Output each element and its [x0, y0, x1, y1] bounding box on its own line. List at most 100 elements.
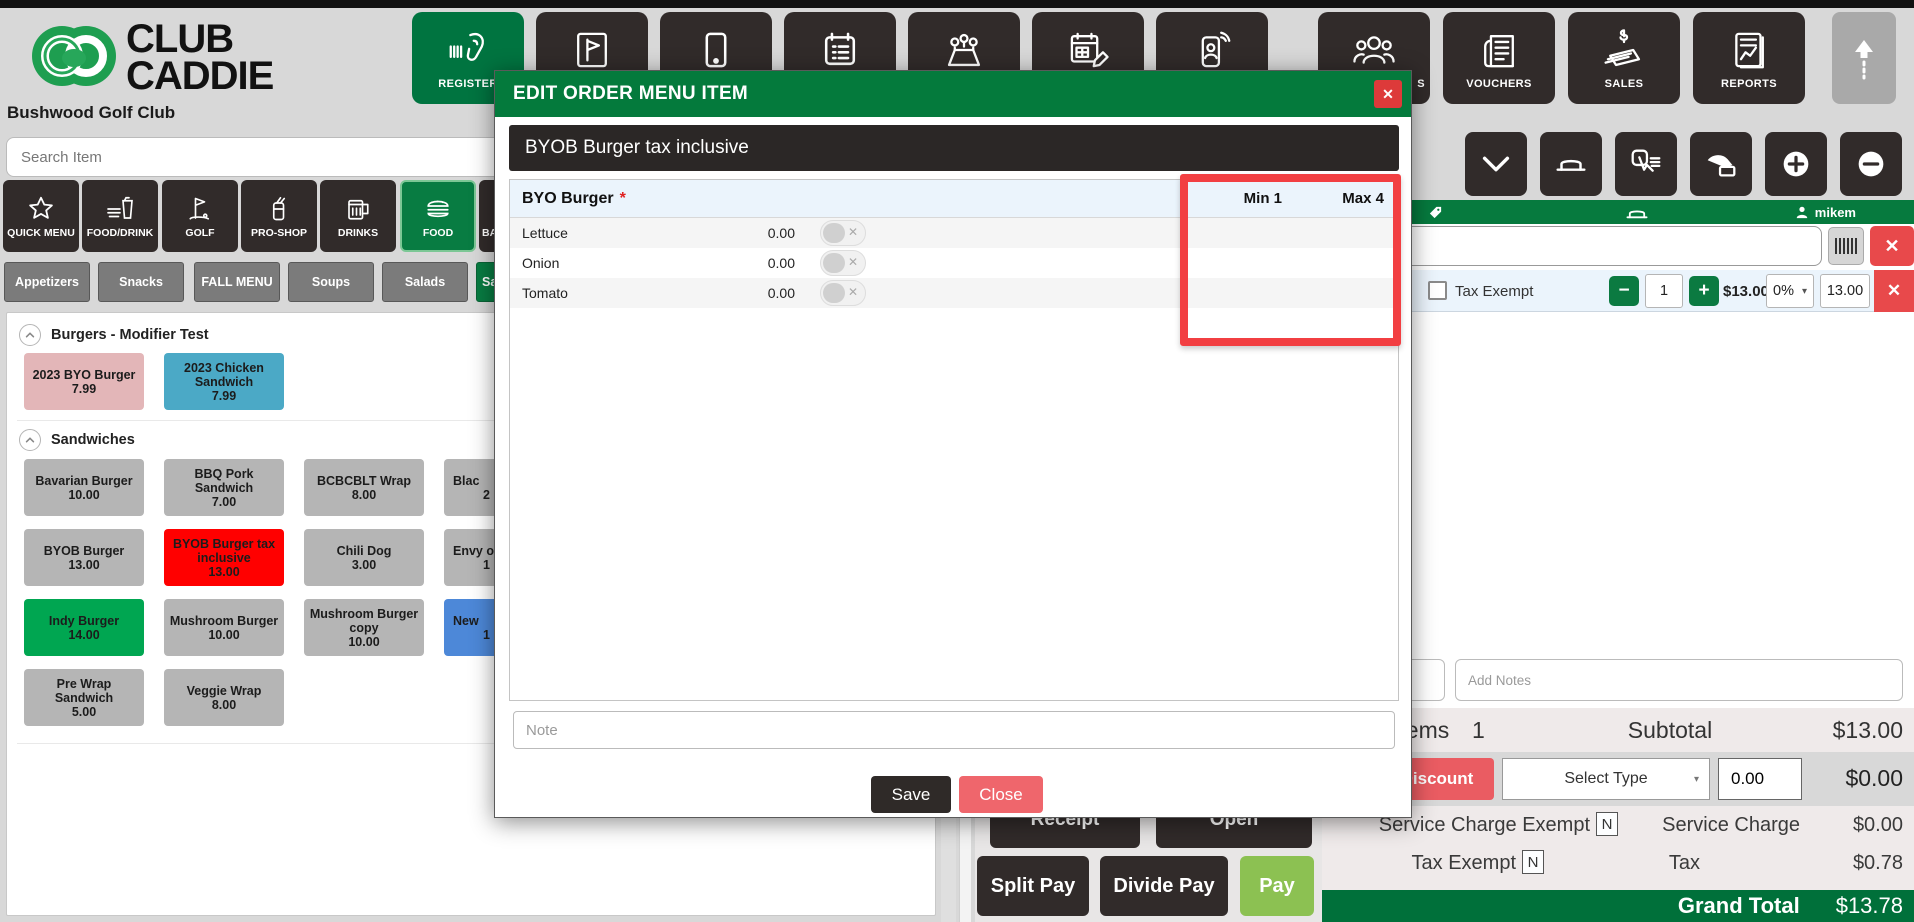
category-drinks[interactable]: DRINKS	[320, 180, 396, 252]
toggle-off-icon: ✕	[848, 285, 858, 299]
item-name: Pre Wrap Sandwich	[29, 677, 139, 705]
category-food-drink[interactable]: FOOD/DRINK	[82, 180, 158, 252]
flag-badge: N	[1522, 850, 1544, 874]
quantity-plus-button[interactable]: +	[1689, 276, 1719, 306]
item-name: Indy Burger	[49, 614, 119, 628]
menu-item-tile[interactable]: BYOB Burger 13.00	[24, 529, 144, 586]
menu-item-tile[interactable]: BBQ Pork Sandwich 7.00	[164, 459, 284, 516]
edit-order-menu-item-modal: EDIT ORDER MENU ITEM ✕ BYOB Burger tax i…	[494, 70, 1412, 818]
subtotal-value: $13.00	[1760, 717, 1903, 744]
tax-exempt-checkbox[interactable]	[1428, 281, 1447, 300]
item-price: 10.00	[68, 488, 99, 502]
menu-item-tile[interactable]: Veggie Wrap 8.00	[164, 669, 284, 726]
add-notes-input[interactable]	[1455, 659, 1903, 701]
category-quick-menu[interactable]: QUICK MENU	[3, 180, 79, 252]
menu-item-tile[interactable]: BCBCBLT Wrap 8.00	[304, 459, 424, 516]
table-icon	[1552, 145, 1590, 183]
modal-save-button[interactable]: Save	[871, 776, 951, 813]
barcode-button[interactable]	[1828, 227, 1864, 265]
tee-sheet-icon	[817, 27, 863, 73]
menu-item-tile[interactable]: 2023 Chicken Sandwich 7.99	[164, 353, 284, 410]
beer-mug-icon	[343, 194, 373, 224]
subtab-label: FALL MENU	[201, 275, 272, 289]
subtab-snacks[interactable]: Snacks	[98, 262, 184, 302]
card-swipe-button[interactable]	[1690, 132, 1752, 196]
discount-type-value: Select Type	[1564, 770, 1647, 788]
burger-icon	[423, 194, 453, 224]
clear-entry-button[interactable]: ✕	[1870, 226, 1914, 266]
discount-total: $0.00	[1790, 765, 1903, 792]
subtab-soups[interactable]: Soups	[288, 262, 374, 302]
required-asterisk: *	[620, 190, 626, 208]
service-exempt-flag[interactable]: N	[1596, 812, 1618, 836]
pos-app: CLUB CADDIE Bushwood Golf Club REGISTER	[0, 0, 1914, 922]
menu-item-tile[interactable]: Chili Dog 3.00	[304, 529, 424, 586]
toolbar-button-label: REPORTS	[1693, 78, 1805, 90]
grand-total-bar: Grand Total $13.78	[1322, 890, 1914, 922]
golf-flag-icon	[185, 194, 215, 224]
quantity-minus-button[interactable]: −	[1609, 276, 1639, 306]
menu-item-tile[interactable]: Pre Wrap Sandwich 5.00	[24, 669, 144, 726]
modifier-toggle[interactable]: ✕	[820, 280, 866, 306]
menu-item-tile[interactable]: Indy Burger 14.00	[24, 599, 144, 656]
category-food[interactable]: FOOD	[400, 180, 476, 252]
item-price: 8.00	[352, 488, 376, 502]
category-golf[interactable]: GOLF	[162, 180, 238, 252]
chevron-up-icon	[24, 329, 36, 341]
remove-item-button[interactable]	[1840, 132, 1902, 196]
touch-order-button[interactable]	[1615, 132, 1677, 196]
tax-exempt-flag[interactable]: N	[1522, 850, 1544, 874]
menu-item-tile[interactable]: 2023 BYO Burger 7.99	[24, 353, 144, 410]
category-pro-shop[interactable]: PRO-SHOP	[241, 180, 317, 252]
subtab-fall-menu[interactable]: FALL MENU	[194, 262, 280, 302]
item-name: Blac	[453, 474, 479, 488]
add-item-button[interactable]	[1765, 132, 1827, 196]
brand-word-caddie: CADDIE	[126, 58, 273, 95]
logged-in-user[interactable]: mikem	[1795, 205, 1856, 220]
toolbar-reports-button[interactable]: REPORTS	[1693, 12, 1805, 104]
toggle-knob	[823, 253, 845, 273]
remove-line-button[interactable]: ✕	[1874, 270, 1914, 312]
item-price: 1	[483, 558, 490, 572]
modifier-toggle[interactable]: ✕	[820, 250, 866, 276]
grand-total-label: Grand Total	[1678, 893, 1800, 919]
min-max-highlight-box	[1180, 174, 1401, 346]
modal-close-action-button[interactable]: Close	[959, 776, 1043, 813]
barcode-scanner-icon	[445, 27, 491, 73]
quantity-input[interactable]	[1645, 274, 1683, 308]
toolbar-sales-button[interactable]: SALES	[1568, 12, 1680, 104]
expand-order-button[interactable]	[1465, 132, 1527, 196]
item-price: 7.99	[72, 382, 96, 396]
menu-item-tile[interactable]: Bavarian Burger 10.00	[24, 459, 144, 516]
modal-close-button[interactable]: ✕	[1374, 80, 1402, 108]
modifier-toggle[interactable]: ✕	[820, 220, 866, 246]
pay-button[interactable]: Pay	[1240, 856, 1314, 916]
category-label: FOOD/DRINK	[87, 227, 154, 239]
item-price: 13.00	[208, 565, 239, 579]
toggle-off-icon: ✕	[848, 255, 858, 269]
menu-item-tile[interactable]: Mushroom Burger copy 10.00	[304, 599, 424, 656]
modal-title: EDIT ORDER MENU ITEM	[513, 83, 748, 105]
close-button-label: Close	[979, 785, 1022, 805]
discount-type-select[interactable]: Select Type ▾	[1502, 758, 1710, 800]
menu-item-tile[interactable]: BYOB Burger tax inclusive 13.00	[164, 529, 284, 586]
modal-note-input[interactable]	[513, 711, 1395, 749]
touch-order-icon	[1627, 145, 1665, 183]
line-discount-select[interactable]: 0% ▾	[1766, 274, 1814, 308]
collapse-toolbar-button[interactable]	[1832, 12, 1896, 104]
collapse-section-button[interactable]	[19, 429, 41, 451]
subtab-appetizers[interactable]: Appetizers	[4, 262, 90, 302]
line-amount-input[interactable]	[1820, 274, 1870, 308]
item-name: 2023 Chicken Sandwich	[169, 361, 279, 389]
chevron-down-icon: ▾	[1802, 286, 1807, 297]
item-price: 5.00	[72, 705, 96, 719]
collapse-section-button[interactable]	[19, 324, 41, 346]
subtab-salads[interactable]: Salads	[382, 262, 468, 302]
menu-item-tile[interactable]: Mushroom Burger 10.00	[164, 599, 284, 656]
divide-pay-button[interactable]: Divide Pay	[1100, 856, 1228, 916]
toolbar-vouchers-button[interactable]: VOUCHERS	[1443, 12, 1555, 104]
table-select-button[interactable]	[1540, 132, 1602, 196]
item-name: BYOB Burger tax inclusive	[169, 537, 279, 565]
item-price: 13.00	[68, 558, 99, 572]
split-pay-button[interactable]: Split Pay	[977, 856, 1089, 916]
